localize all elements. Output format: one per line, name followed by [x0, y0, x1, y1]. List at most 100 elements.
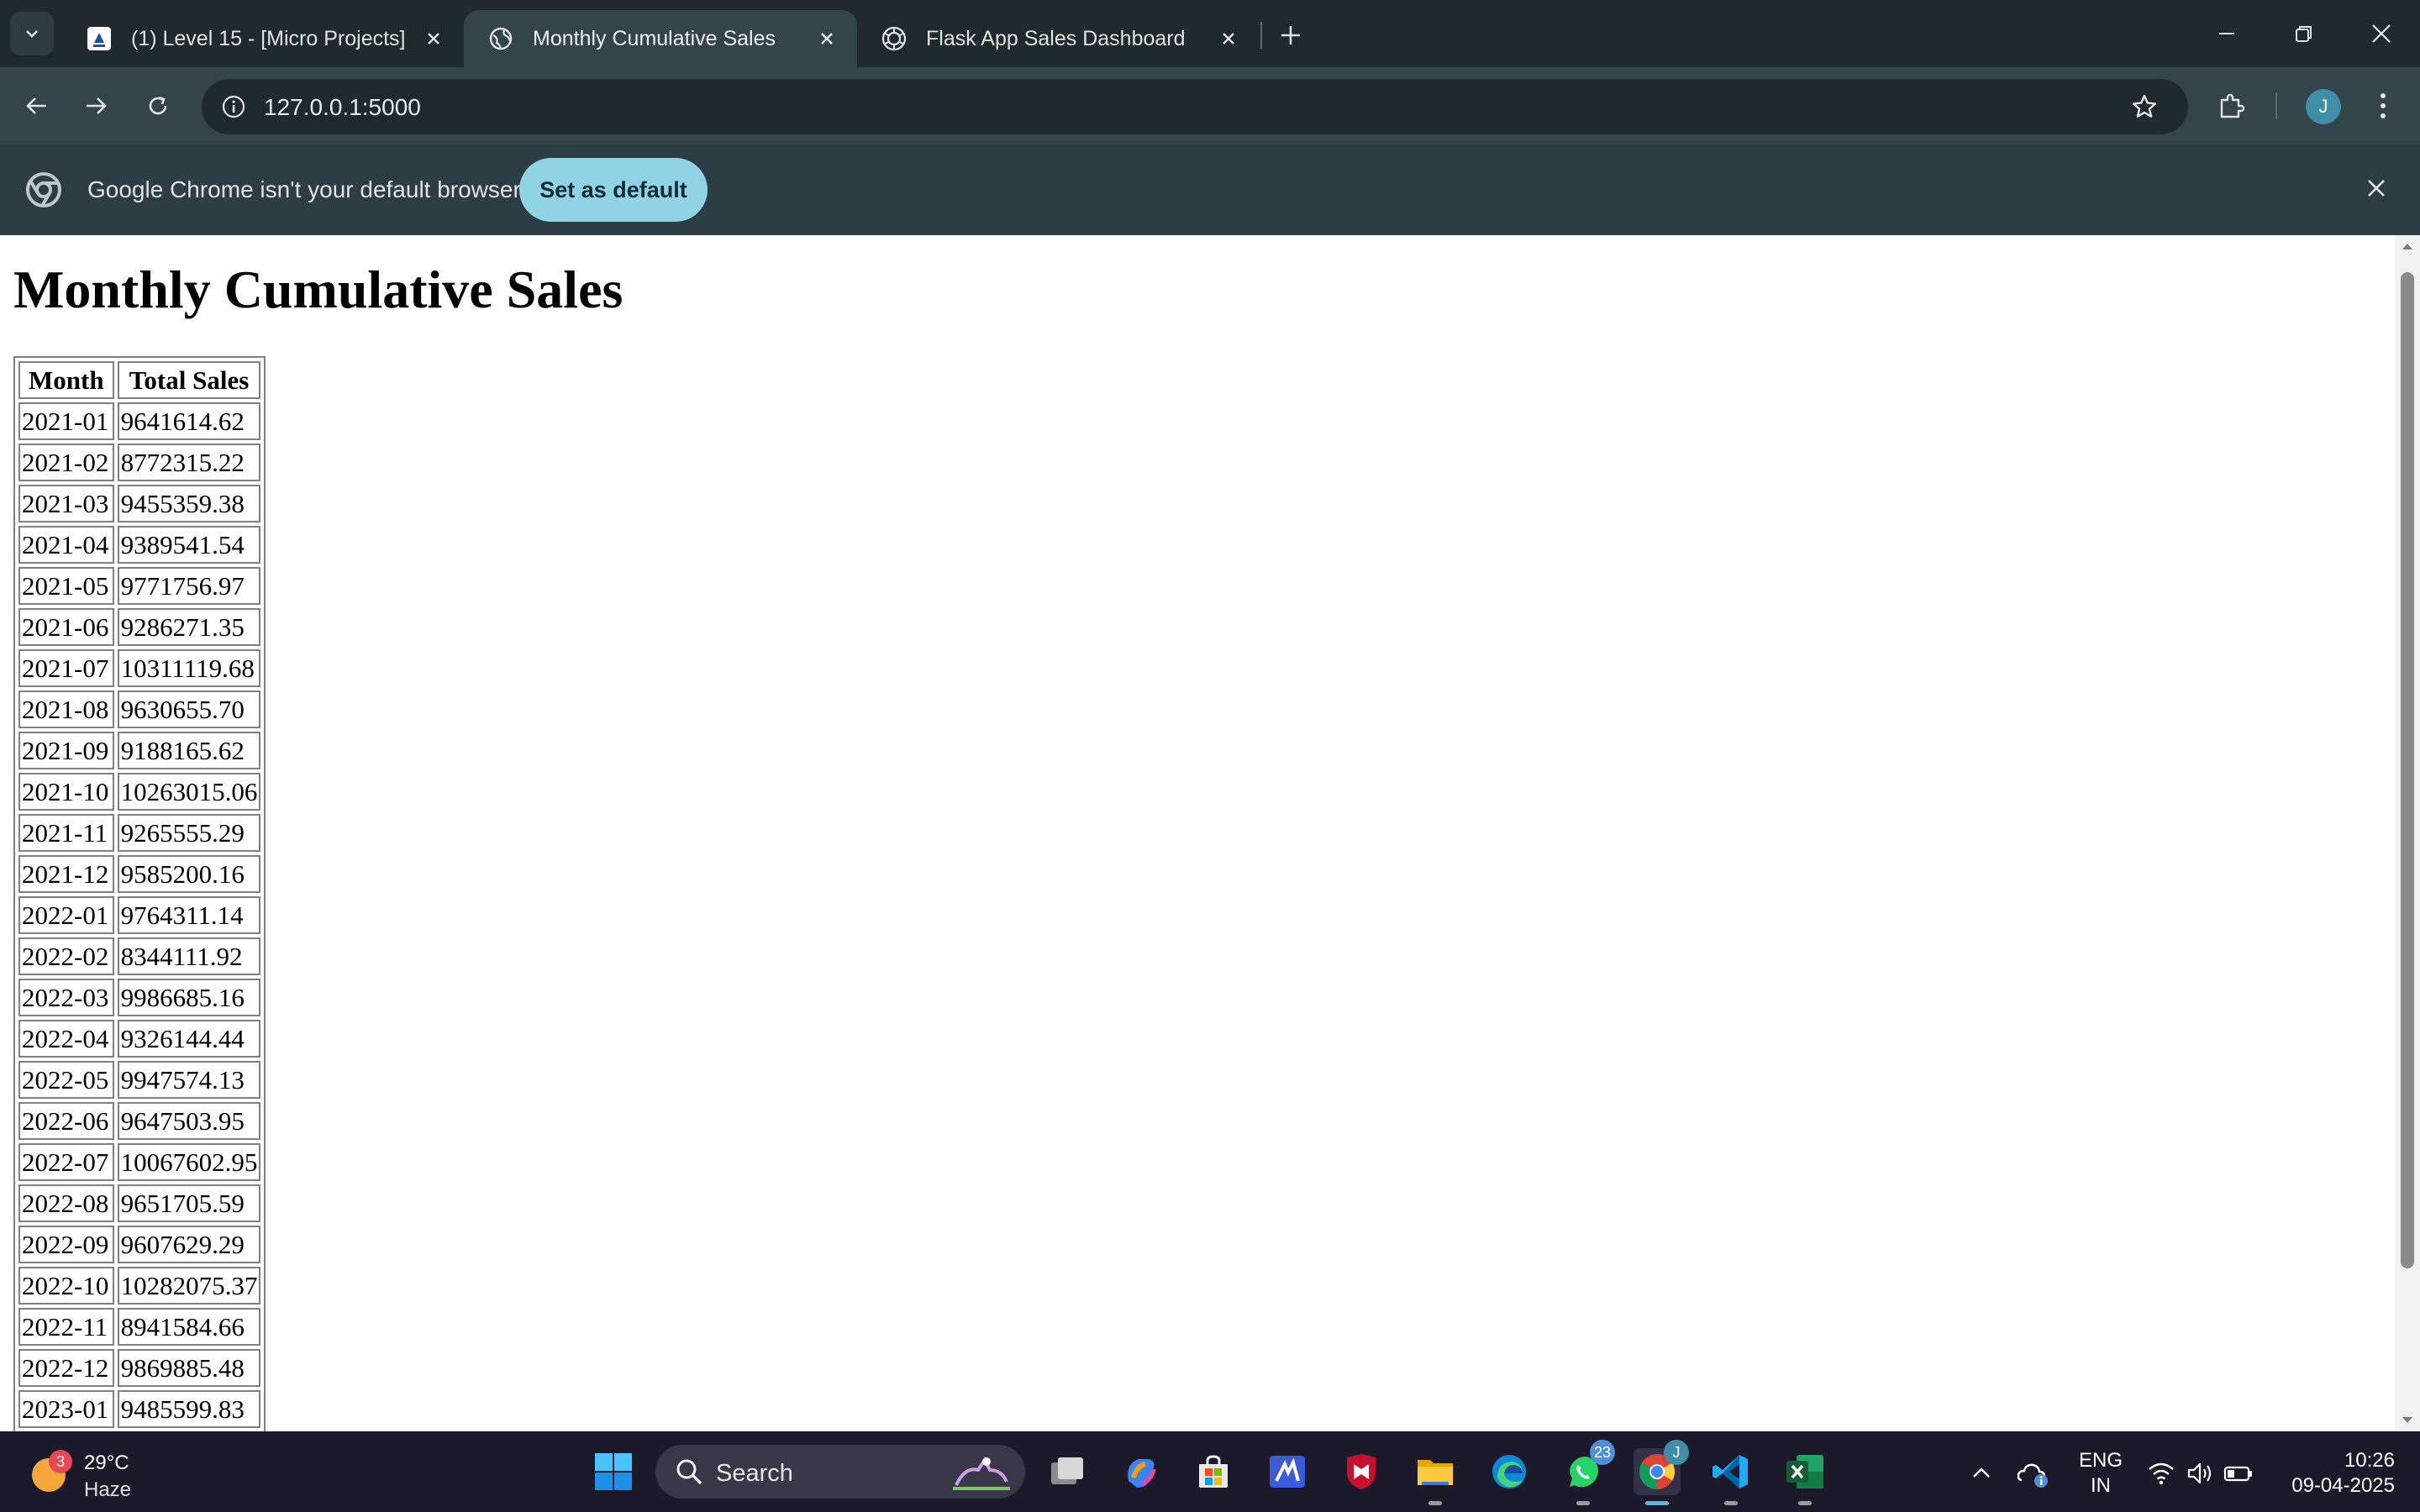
month-cell: 2021-08: [18, 690, 114, 728]
tab-level-15[interactable]: (1) Level 15 - [Micro Projects]: [62, 10, 464, 67]
tab-monthly-cumulative-sales[interactable]: Monthly Cumulative Sales: [464, 10, 857, 67]
tab-strip: (1) Level 15 - [Micro Projects] Monthly …: [0, 0, 2420, 67]
minimize-button[interactable]: [2188, 0, 2265, 67]
browser-toolbar: 127.0.0.1:5000 J: [0, 67, 2420, 144]
page-scrollbar[interactable]: [2395, 235, 2420, 1431]
chevron-up-icon: [1973, 1467, 1990, 1478]
menu-button[interactable]: [2363, 86, 2403, 126]
star-icon: [2132, 94, 2157, 118]
table-row: 2023-01 9485599.83: [18, 1390, 261, 1428]
scrollbar-thumb[interactable]: [2401, 272, 2414, 1268]
clock[interactable]: 10:26 09-04-2025: [2269, 1448, 2395, 1499]
volume-button[interactable]: [2181, 1455, 2218, 1492]
month-cell: 2022-08: [18, 1184, 114, 1222]
edge-icon: [1492, 1455, 1526, 1488]
mcafee-button[interactable]: [1338, 1448, 1385, 1495]
new-tab-button[interactable]: [1270, 15, 1311, 55]
close-window-button[interactable]: [2343, 0, 2420, 67]
month-cell: 2022-03: [18, 979, 114, 1016]
bookmark-button[interactable]: [2124, 87, 2165, 127]
url-text[interactable]: 127.0.0.1:5000: [264, 94, 421, 121]
toolbar-separator: [2275, 92, 2277, 119]
infobar-close-button[interactable]: [2356, 168, 2396, 208]
speaker-icon: [2187, 1462, 2212, 1484]
language-region: IN: [2091, 1474, 2111, 1497]
month-cell: 2022-04: [18, 1020, 114, 1058]
table-row: 2022-07 10067602.95: [18, 1143, 261, 1181]
scroll-up-arrow[interactable]: [2400, 239, 2415, 254]
scroll-down-arrow[interactable]: [2400, 1413, 2415, 1428]
table-row: 2021-04 9389541.54: [18, 526, 261, 564]
tab-close-icon[interactable]: [1213, 24, 1244, 54]
month-cell: 2021-06: [18, 608, 114, 646]
sales-table: Month Total Sales 2021-01 9641614.62 2021-…: [13, 356, 266, 1431]
profile-avatar[interactable]: J: [2306, 89, 2341, 124]
total-sales-cell: 9607629.29: [117, 1226, 261, 1263]
running-indicator: [1428, 1501, 1442, 1505]
total-sales-cell: 9947574.13: [117, 1061, 261, 1099]
total-sales-cell: 9651705.59: [117, 1184, 261, 1222]
tab-close-icon[interactable]: [812, 24, 842, 54]
chevron-down-icon: [26, 30, 38, 38]
total-sales-cell: 8772315.22: [117, 444, 261, 481]
tab-title: Monthly Cumulative Sales: [533, 26, 776, 50]
total-sales-cell: 9286271.35: [117, 608, 261, 646]
taskbar-search[interactable]: Search: [655, 1445, 1025, 1499]
folder-icon: [1418, 1460, 1453, 1485]
extensions-button[interactable]: [2212, 86, 2252, 126]
file-explorer-button[interactable]: [1412, 1448, 1459, 1505]
total-sales-cell: 9326144.44: [117, 1020, 261, 1058]
slash-app-icon: [1270, 1456, 1305, 1488]
table-row: 2021-02 8772315.22: [18, 444, 261, 481]
total-sales-cell: 10067602.95: [117, 1143, 261, 1181]
month-cell: 2021-02: [18, 444, 114, 481]
back-button[interactable]: [17, 86, 57, 126]
reload-button[interactable]: [138, 86, 178, 126]
table-row: 2021-11 9265555.29: [18, 814, 261, 852]
app-blue-button[interactable]: [1264, 1448, 1311, 1495]
page-content: Monthly Cumulative Sales Month Total Sal…: [0, 235, 2395, 1431]
weather-widget[interactable]: 3 29°C Haze: [27, 1443, 195, 1501]
wifi-button[interactable]: [2143, 1455, 2180, 1492]
battery-button[interactable]: [2220, 1455, 2257, 1492]
start-button[interactable]: [590, 1448, 637, 1495]
tab-flask-app-sales-dashboard[interactable]: Flask App Sales Dashboard: [857, 10, 1259, 67]
minimize-icon: [2219, 33, 2234, 34]
cloud-info-icon: [2017, 1463, 2048, 1488]
mcafee-shield-icon: [1347, 1454, 1376, 1489]
chrome-button[interactable]: J: [1634, 1440, 1689, 1505]
search-highlight-art-icon: [953, 1457, 1010, 1490]
show-hidden-icons-button[interactable]: [1963, 1455, 2000, 1492]
tab-search-button[interactable]: [10, 12, 54, 55]
tab-close-icon[interactable]: [418, 24, 449, 54]
edge-button[interactable]: [1486, 1448, 1533, 1495]
copilot-icon: [1128, 1459, 1156, 1488]
forward-button[interactable]: [76, 86, 116, 126]
vscode-button[interactable]: [1707, 1448, 1754, 1505]
microsoft-store-button[interactable]: [1190, 1448, 1237, 1495]
excel-button[interactable]: [1781, 1448, 1828, 1505]
copilot-button[interactable]: [1118, 1448, 1165, 1495]
month-cell: 2022-05: [18, 1061, 114, 1099]
task-view-button[interactable]: [1044, 1448, 1091, 1495]
month-cell: 2021-09: [18, 732, 114, 769]
whatsapp-button[interactable]: 23: [1560, 1440, 1615, 1505]
table-row: 2021-06 9286271.35: [18, 608, 261, 646]
month-cell: 2022-10: [18, 1267, 114, 1305]
total-sales-cell: 9389541.54: [117, 526, 261, 564]
sales-table-body: 2021-01 9641614.62 2021-02 8772315.22 2021-0…: [18, 402, 261, 1428]
excel-icon: [1786, 1455, 1823, 1488]
restore-button[interactable]: [2265, 0, 2343, 67]
store-icon: [1199, 1455, 1228, 1488]
total-sales-cell: 9265555.29: [117, 814, 261, 852]
chrome-profile-badge: J: [1664, 1440, 1689, 1465]
language-indicator[interactable]: ENG IN: [2077, 1448, 2124, 1499]
task-view-icon: [1051, 1457, 1083, 1484]
windows-taskbar: 3 29°C Haze Search 23 J ENG IN 10:26 09-…: [0, 1431, 2420, 1512]
onedrive-button[interactable]: [2015, 1455, 2052, 1492]
address-bar[interactable]: 127.0.0.1:5000: [202, 79, 2188, 134]
month-cell: 2022-06: [18, 1102, 114, 1140]
chrome-logo-icon: [26, 172, 61, 207]
site-info-button[interactable]: [213, 87, 254, 127]
set-as-default-button[interactable]: Set as default: [519, 158, 708, 222]
